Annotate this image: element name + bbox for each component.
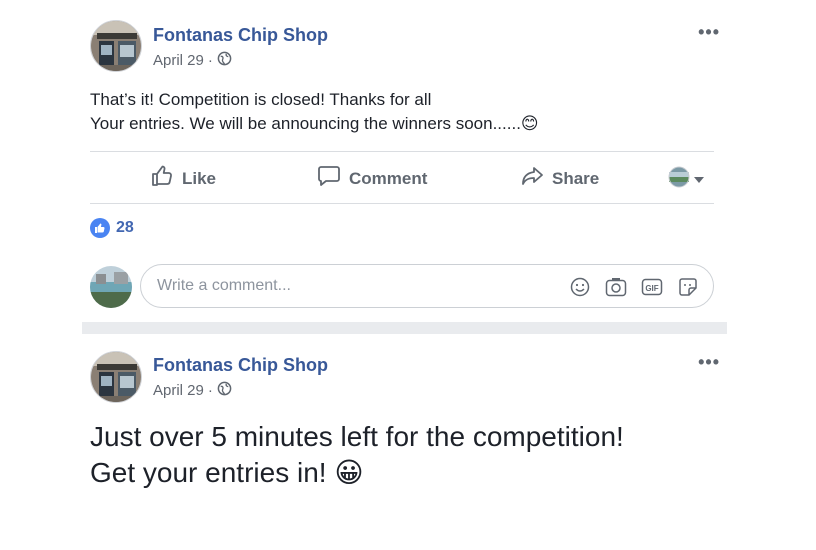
post-text-line-1: Just over 5 minutes left for the competi… bbox=[90, 421, 624, 452]
comment-input[interactable]: Write a comment... GIF bbox=[140, 264, 714, 308]
post-meta: April 29 · bbox=[153, 381, 232, 400]
post-text-line-1: That’s it! Competition is closed! Thanks… bbox=[90, 90, 432, 109]
share-label: Share bbox=[552, 168, 600, 188]
page-name-link[interactable]: Fontanas Chip Shop bbox=[153, 25, 328, 46]
post-text: That’s it! Competition is closed! Thanks… bbox=[90, 88, 539, 136]
more-options-button[interactable]: ••• bbox=[698, 352, 720, 373]
reaction-summary[interactable]: 28 bbox=[90, 218, 134, 238]
action-bar: Like Comment Share bbox=[90, 152, 714, 202]
sticker-icon[interactable] bbox=[677, 276, 699, 298]
chevron-down-icon bbox=[694, 171, 704, 189]
comment-icon bbox=[317, 164, 341, 193]
share-icon bbox=[520, 164, 544, 193]
post-1: Fontanas Chip Shop April 29 · ••• That’s… bbox=[0, 0, 816, 322]
meta-separator: · bbox=[207, 52, 213, 69]
like-label: Like bbox=[182, 168, 217, 188]
shopfront-avatar-image bbox=[91, 21, 141, 71]
camera-icon[interactable] bbox=[605, 276, 627, 298]
divider bbox=[90, 203, 714, 204]
like-icon bbox=[150, 164, 174, 193]
post-date[interactable]: April 29 bbox=[153, 382, 204, 399]
comment-label: Comment bbox=[349, 168, 428, 188]
like-button[interactable]: Like bbox=[150, 164, 216, 193]
emoji-icon[interactable] bbox=[569, 276, 591, 298]
post-text-line-2: Get your entries in! 😀 bbox=[90, 457, 364, 488]
audience-avatar-icon bbox=[668, 166, 690, 193]
svg-text:GIF: GIF bbox=[645, 284, 658, 293]
feed-separator bbox=[82, 322, 727, 334]
page-avatar[interactable] bbox=[90, 351, 142, 403]
globe-icon bbox=[217, 51, 232, 70]
post-meta: April 29 · bbox=[153, 51, 232, 70]
smile-emoji: 😊 bbox=[520, 114, 539, 133]
shopfront-avatar-image bbox=[91, 352, 141, 402]
user-avatar[interactable] bbox=[90, 266, 132, 308]
globe-icon bbox=[217, 381, 232, 400]
share-button[interactable]: Share bbox=[520, 164, 599, 193]
like-reaction-icon bbox=[90, 218, 110, 238]
audience-selector[interactable] bbox=[668, 166, 704, 193]
post-date[interactable]: April 29 bbox=[153, 52, 204, 69]
comment-button[interactable]: Comment bbox=[317, 164, 427, 193]
comment-tools: GIF bbox=[569, 276, 699, 298]
grin-emoji: 😀 bbox=[334, 457, 364, 488]
reaction-count: 28 bbox=[116, 219, 134, 236]
gif-icon[interactable]: GIF bbox=[641, 276, 663, 298]
page-name-link[interactable]: Fontanas Chip Shop bbox=[153, 355, 328, 376]
post-text-line-2: Your entries. We will be announcing the … bbox=[90, 114, 539, 133]
comment-placeholder: Write a comment... bbox=[157, 277, 291, 294]
meta-separator: · bbox=[207, 382, 213, 399]
page-avatar[interactable] bbox=[90, 20, 142, 72]
comment-composer: Write a comment... GIF bbox=[90, 264, 714, 310]
post-text: Just over 5 minutes left for the competi… bbox=[90, 419, 624, 491]
more-options-button[interactable]: ••• bbox=[698, 22, 720, 43]
